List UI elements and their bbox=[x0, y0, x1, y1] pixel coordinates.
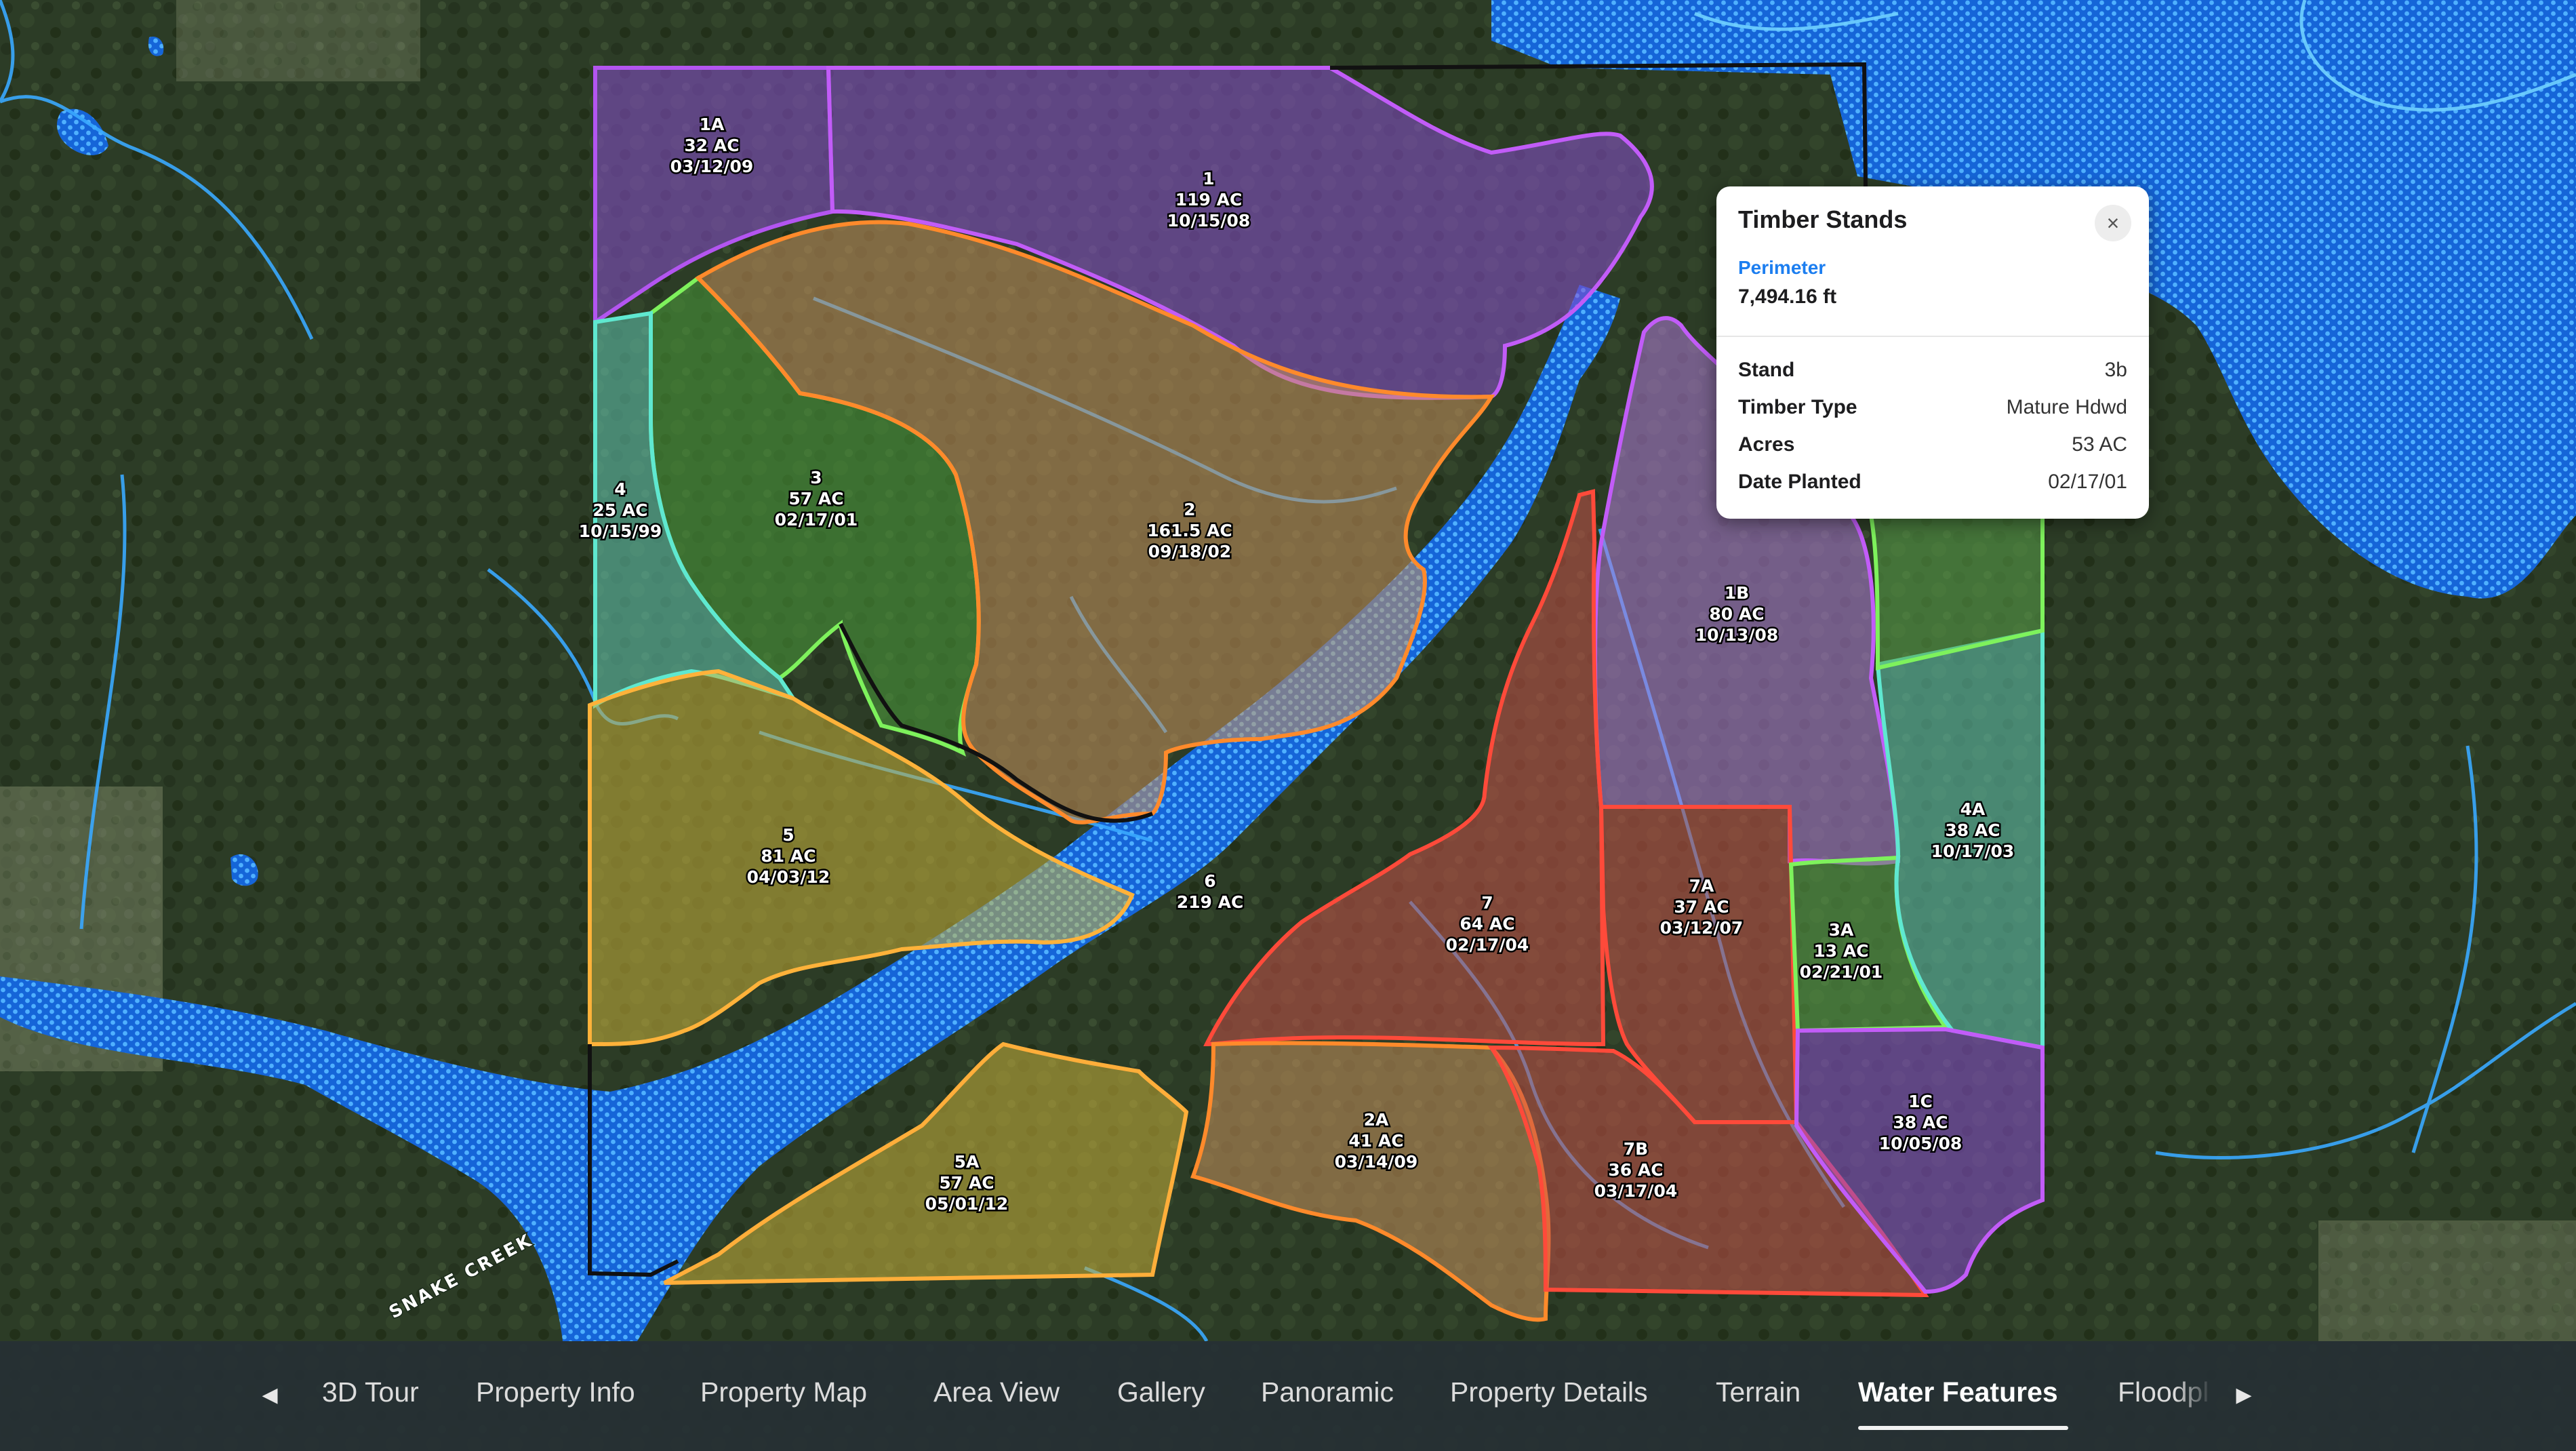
popup-row-value: 02/17/01 bbox=[2048, 471, 2127, 493]
popup-row-value: 53 AC bbox=[2072, 433, 2127, 456]
popup-row-key: Stand bbox=[1738, 359, 1795, 381]
tab-property-map[interactable]: Property Map bbox=[700, 1376, 867, 1414]
map-canvas[interactable]: 1A 32 AC 03/12/09 1 119 AC 10/15/08 3 57 AC 02… bbox=[0, 0, 2576, 1451]
perimeter-label: Perimeter bbox=[1738, 257, 1826, 278]
map-viewer[interactable]: 1A 32 AC 03/12/09 1 119 AC 10/15/08 3 57 AC 02… bbox=[0, 0, 2576, 1451]
field-clearing-2 bbox=[2318, 1220, 2576, 1341]
popup-row-timber-type: Timber Type Mature Hdwd bbox=[1738, 396, 2127, 423]
bottom-tab-bar: ◀ 3D Tour Property Info Property Map Are… bbox=[0, 1341, 2576, 1451]
popup-divider bbox=[1716, 336, 2149, 337]
tab-terrain[interactable]: Terrain bbox=[1716, 1376, 1800, 1414]
close-icon[interactable]: × bbox=[2095, 205, 2131, 241]
tab-panoramic[interactable]: Panoramic bbox=[1261, 1376, 1394, 1414]
popup-row-acres: Acres 53 AC bbox=[1738, 433, 2127, 460]
tab-area-view[interactable]: Area View bbox=[933, 1376, 1060, 1414]
timber-stand-popup: Timber Stands × Perimeter 7,494.16 ft St… bbox=[1716, 186, 2149, 519]
perimeter-value: 7,494.16 ft bbox=[1738, 285, 1837, 308]
tab-property-info[interactable]: Property Info bbox=[476, 1376, 635, 1414]
tab-property-details[interactable]: Property Details bbox=[1450, 1376, 1648, 1414]
active-tab-underline bbox=[1858, 1426, 2068, 1430]
chevron-right-icon[interactable]: ▶ bbox=[2230, 1375, 2257, 1416]
popup-row-value: Mature Hdwd bbox=[2006, 396, 2127, 418]
popup-row-value: 3b bbox=[2104, 359, 2127, 381]
popup-row-date-planted: Date Planted 02/17/01 bbox=[1738, 471, 2127, 498]
tab-water-features[interactable]: Water Features bbox=[1858, 1376, 2058, 1414]
tab-3d-tour[interactable]: 3D Tour bbox=[322, 1376, 419, 1414]
tab-floodplain[interactable]: Floodpl bbox=[2118, 1376, 2213, 1414]
popup-row-key: Date Planted bbox=[1738, 471, 1861, 493]
field-clearing-3 bbox=[176, 0, 420, 81]
popup-row-stand: Stand 3b bbox=[1738, 359, 2127, 386]
popup-title: Timber Stands bbox=[1738, 205, 1908, 233]
chevron-left-icon[interactable]: ◀ bbox=[256, 1375, 283, 1416]
tab-gallery[interactable]: Gallery bbox=[1117, 1376, 1205, 1414]
popup-row-key: Timber Type bbox=[1738, 396, 1857, 418]
popup-row-key: Acres bbox=[1738, 433, 1795, 456]
